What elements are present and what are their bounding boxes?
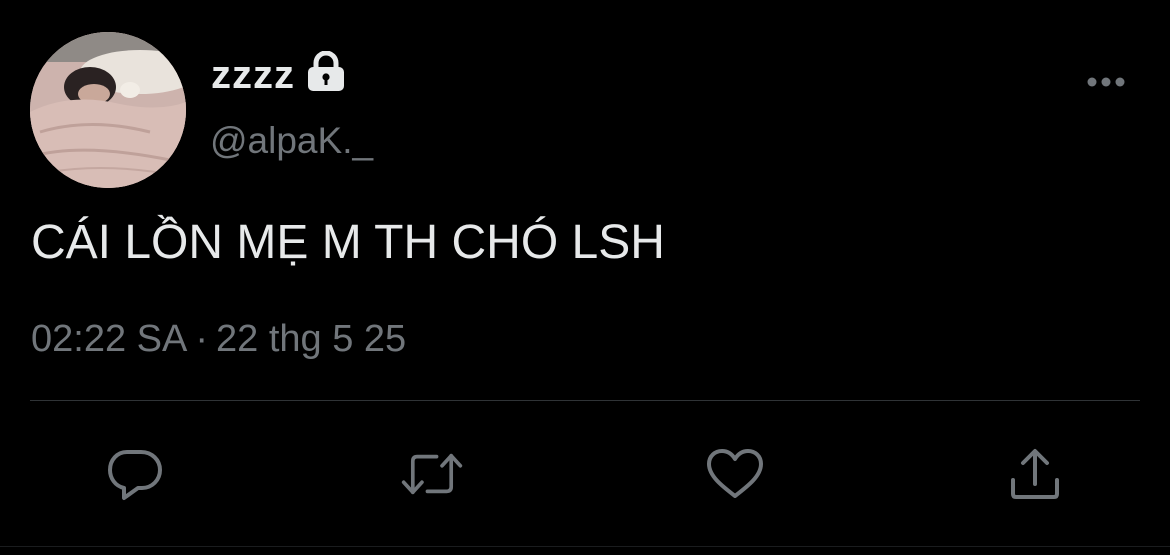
lock-icon [305,50,347,93]
comment-icon [108,450,162,500]
more-dots-icon [1087,77,1125,87]
retweet-button[interactable] [400,442,464,506]
retweet-icon [401,453,463,495]
tweet-date: 22 thg 5 25 [216,318,407,360]
divider [30,400,1140,401]
like-button[interactable] [703,442,767,506]
display-name[interactable]: zzzz [211,50,347,98]
avatar[interactable] [30,32,186,188]
tweet-time: 02:22 SA [31,318,188,360]
share-icon [1011,449,1059,499]
reply-button[interactable] [103,442,167,506]
user-handle[interactable]: @alpaK._ [210,120,373,162]
more-options-button[interactable] [1082,62,1130,102]
heart-icon [707,449,763,498]
display-name-text: zzzz [211,52,295,97]
tweet-timestamp[interactable]: 02:22 SA · 22 thg 5 25 [31,318,406,361]
share-button[interactable] [1003,442,1067,506]
meta-separator: · [195,318,208,360]
bottom-divider [0,546,1170,547]
tweet-text: CÁI LỒN MẸ M TH CHÓ LSH [31,216,665,269]
